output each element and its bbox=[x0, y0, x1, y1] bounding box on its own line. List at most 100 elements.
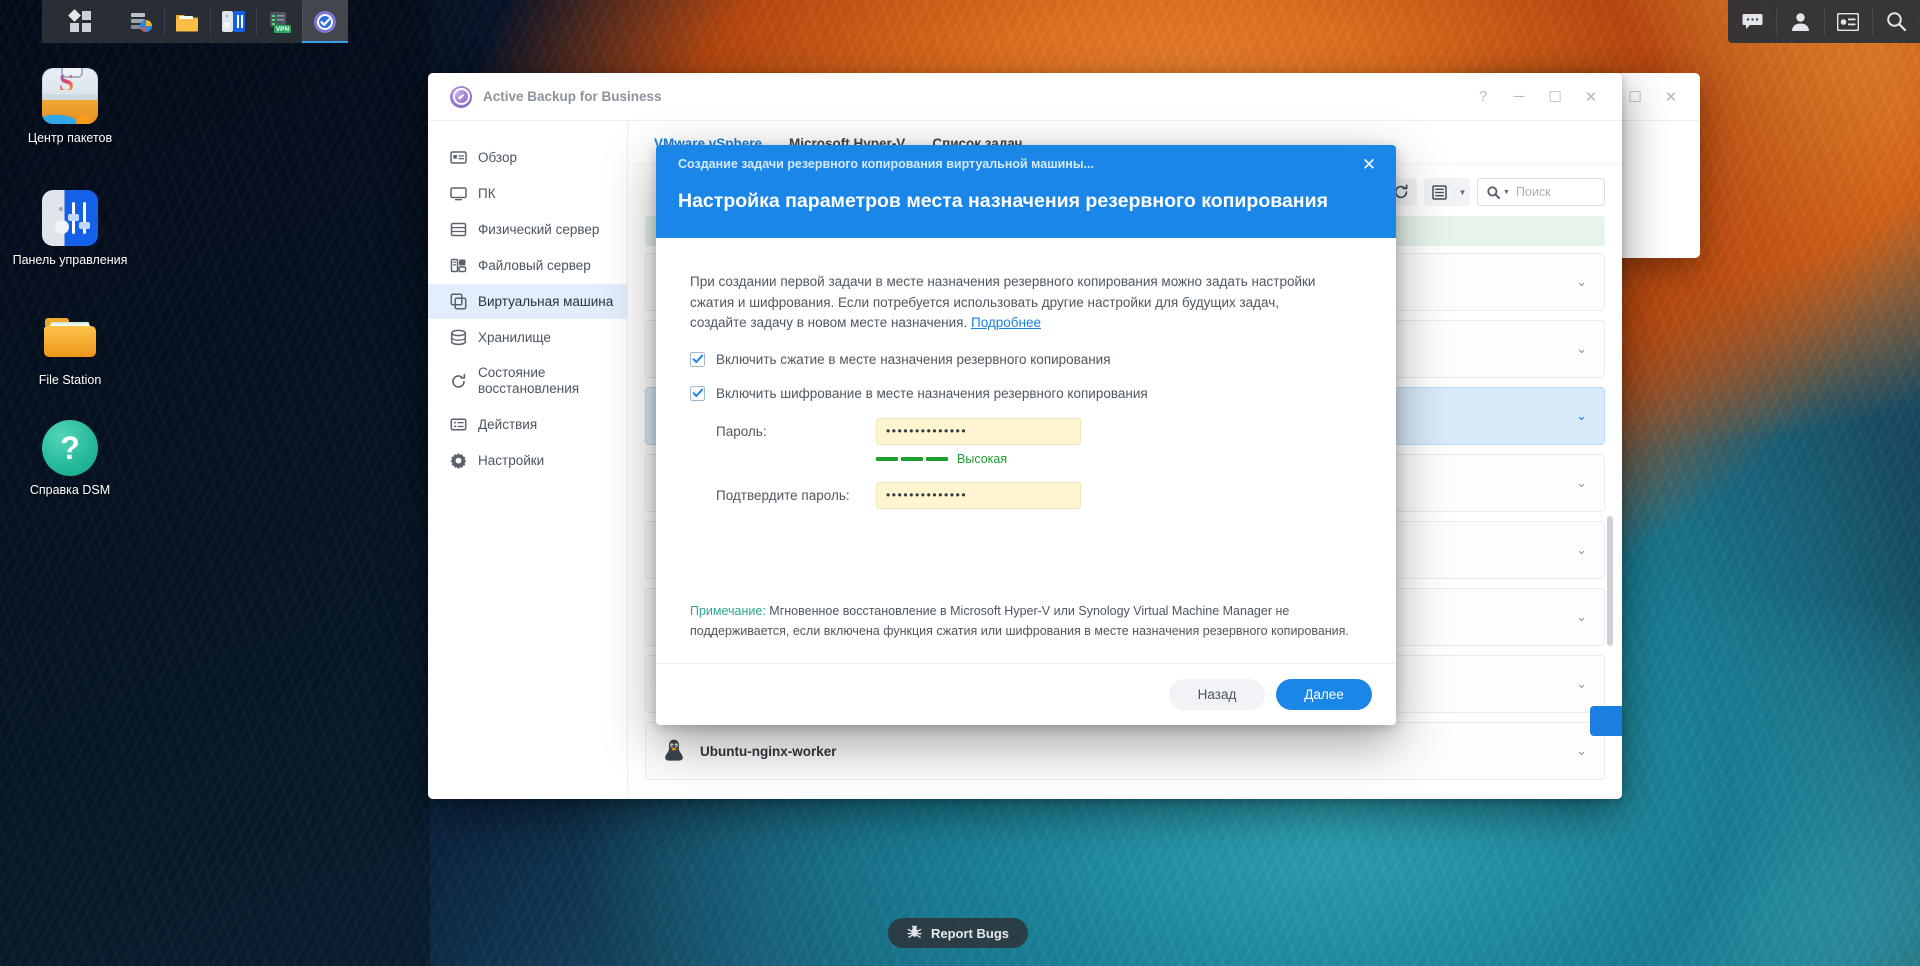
help-button[interactable]: ? bbox=[1466, 82, 1500, 112]
dialog-note: Примечание: Мгновенное восстановление в … bbox=[690, 601, 1362, 641]
package-center-icon: S bbox=[42, 68, 98, 124]
maximize-button[interactable]: ☐ bbox=[1538, 82, 1572, 112]
control-panel-icon[interactable] bbox=[210, 0, 256, 43]
vpn-server-icon[interactable]: VPN bbox=[256, 0, 302, 43]
settings-gear-icon bbox=[450, 452, 467, 470]
dialog-description: При создании первой задачи в месте назна… bbox=[690, 272, 1330, 334]
dialog-header: Создание задачи резервного копирования в… bbox=[656, 145, 1396, 238]
sidebar-item-label: Файловый сервер bbox=[478, 257, 591, 273]
sidebar-item-activities[interactable]: Действия bbox=[428, 407, 627, 442]
checkbox-icon bbox=[690, 351, 705, 367]
search-input[interactable]: ▼ bbox=[1477, 178, 1605, 206]
sidebar-item-virtual-machine[interactable]: Виртуальная машина bbox=[428, 284, 627, 319]
active-backup-icon[interactable] bbox=[302, 0, 348, 43]
chevron-down-icon[interactable]: ⌄ bbox=[1576, 274, 1587, 290]
activities-icon bbox=[450, 416, 467, 433]
desktop-icon-label: Справка DSM bbox=[29, 483, 111, 497]
minimize-button[interactable]: ─ bbox=[1502, 82, 1536, 112]
maximize-button[interactable]: ☐ bbox=[1618, 82, 1652, 112]
desktop-icon-control-panel[interactable]: Панель управления bbox=[13, 190, 127, 268]
close-button[interactable]: ✕ bbox=[1654, 82, 1688, 112]
window-title: Active Backup for Business bbox=[483, 89, 662, 104]
sidebar-item-label: Физический сервер bbox=[478, 221, 600, 237]
taskbar-tray-group bbox=[1728, 0, 1920, 43]
dialog-title: Настройка параметров места назначения ре… bbox=[678, 190, 1328, 212]
desktop-icon-package-center[interactable]: S Центр пакетов bbox=[14, 68, 126, 146]
sidebar-item-pc[interactable]: ПК bbox=[428, 176, 627, 211]
backup-destination-dialog: Создание задачи резервного копирования в… bbox=[656, 145, 1396, 725]
sidebar-item-label: Настройки bbox=[478, 452, 545, 468]
checkbox-enable-compression[interactable]: Включить сжатие в месте назначения резер… bbox=[690, 351, 1362, 368]
chevron-down-icon[interactable]: ⌄ bbox=[1576, 475, 1587, 491]
bug-icon bbox=[907, 924, 922, 942]
storage-manager-icon[interactable] bbox=[118, 0, 164, 43]
app-logo-icon bbox=[450, 85, 472, 108]
vm-name-label: Ubuntu-nginx-worker bbox=[700, 743, 837, 759]
search-icon[interactable] bbox=[1872, 0, 1920, 43]
sidebar-item-overview[interactable]: Обзор bbox=[428, 140, 627, 175]
dialog-subtitle: Создание задачи резервного копирования в… bbox=[678, 157, 1094, 171]
user-account-icon[interactable] bbox=[1776, 0, 1824, 43]
physical-server-icon bbox=[450, 221, 467, 238]
desktop-icon-label: Центр пакетов bbox=[27, 131, 113, 145]
confirm-password-field-row: Подтвердите пароль: •••••••••••••• bbox=[690, 481, 1362, 509]
close-button[interactable]: ✕ bbox=[1574, 82, 1608, 112]
overview-icon bbox=[450, 149, 467, 166]
search-field[interactable] bbox=[1515, 185, 1595, 199]
password-strength-label: Высокая bbox=[957, 451, 1008, 466]
checkbox-enable-encryption[interactable]: Включить шифрование в месте назначения р… bbox=[690, 385, 1362, 402]
chevron-down-icon[interactable]: ⌄ bbox=[1576, 676, 1587, 692]
next-button[interactable]: Далее bbox=[1276, 679, 1372, 710]
chevron-down-icon[interactable]: ⌄ bbox=[1576, 743, 1587, 759]
chevron-down-icon[interactable]: ⌄ bbox=[1576, 408, 1587, 424]
report-bugs-label: Report Bugs bbox=[931, 925, 1009, 941]
dialog-body: При создании первой задачи в месте назна… bbox=[656, 238, 1396, 663]
chevron-down-icon[interactable]: ⌄ bbox=[1576, 609, 1587, 625]
sidebar-item-label: Хранилище bbox=[478, 329, 551, 345]
control-panel-icon bbox=[42, 190, 98, 246]
virtual-machine-icon bbox=[450, 293, 467, 310]
view-mode-split-button[interactable]: ▼ bbox=[1424, 178, 1470, 206]
file-station-icon bbox=[42, 310, 98, 366]
desktop-icon-dsm-help[interactable]: ? Справка DSM bbox=[14, 420, 126, 498]
desktop-icon-file-station[interactable]: File Station bbox=[14, 310, 126, 388]
linux-penguin-icon bbox=[660, 737, 688, 765]
window-titlebar: Active Backup for Business ? ─ ☐ ✕ bbox=[428, 73, 1622, 121]
background-window-controls: ☐ ✕ bbox=[1618, 82, 1688, 112]
close-icon[interactable]: ✕ bbox=[1358, 154, 1380, 176]
back-button[interactable]: Назад bbox=[1169, 679, 1265, 710]
learn-more-link[interactable]: Подробнее bbox=[971, 315, 1041, 330]
checkbox-icon bbox=[690, 385, 705, 401]
apps-grid-icon[interactable] bbox=[42, 0, 118, 43]
sidebar-item-file-server[interactable]: Файловый сервер bbox=[428, 248, 627, 283]
main-toolbar: ▼ ▼ bbox=[1385, 178, 1605, 206]
password-input[interactable]: •••••••••••••• bbox=[876, 417, 1081, 445]
sidebar-item-label: Состояние восстановления bbox=[478, 365, 580, 396]
search-icon bbox=[1487, 185, 1500, 199]
checkbox-label: Включить сжатие в месте назначения резер… bbox=[716, 351, 1111, 367]
svg-text:VPN: VPN bbox=[276, 26, 290, 33]
sidebar-item-storage[interactable]: Хранилище bbox=[428, 320, 627, 355]
chevron-down-icon[interactable]: ⌄ bbox=[1576, 542, 1587, 558]
password-strength-bars bbox=[876, 456, 948, 461]
vm-list-scrollbar[interactable] bbox=[1607, 516, 1613, 646]
action-button[interactable] bbox=[1590, 706, 1622, 736]
notifications-icon[interactable] bbox=[1728, 0, 1776, 43]
sidebar-item-settings[interactable]: Настройки bbox=[428, 443, 627, 478]
taskbar-start-group bbox=[42, 0, 118, 43]
report-bugs-button[interactable]: Report Bugs bbox=[888, 918, 1028, 948]
widgets-icon[interactable] bbox=[1824, 0, 1872, 43]
sidebar-item-label: Действия bbox=[478, 416, 538, 432]
chevron-down-icon[interactable]: ⌄ bbox=[1576, 341, 1587, 357]
confirm-password-label: Подтвердите пароль: bbox=[716, 487, 850, 503]
file-station-icon[interactable] bbox=[164, 0, 210, 43]
table-row[interactable]: Ubuntu-nginx-worker ⌄ bbox=[645, 722, 1605, 780]
desktop-icon-label: File Station bbox=[38, 373, 102, 387]
checkbox-label: Включить шифрование в месте назначения р… bbox=[716, 385, 1148, 401]
confirm-password-input[interactable]: •••••••••••••• bbox=[876, 481, 1081, 509]
sidebar-item-physical-server[interactable]: Физический сервер bbox=[428, 212, 627, 247]
password-label: Пароль: bbox=[716, 423, 767, 439]
password-field-row: Пароль: •••••••••••••• bbox=[690, 417, 1362, 445]
sidebar-item-restore-status[interactable]: Состояние восстановления bbox=[428, 356, 627, 406]
file-server-icon bbox=[450, 257, 467, 274]
